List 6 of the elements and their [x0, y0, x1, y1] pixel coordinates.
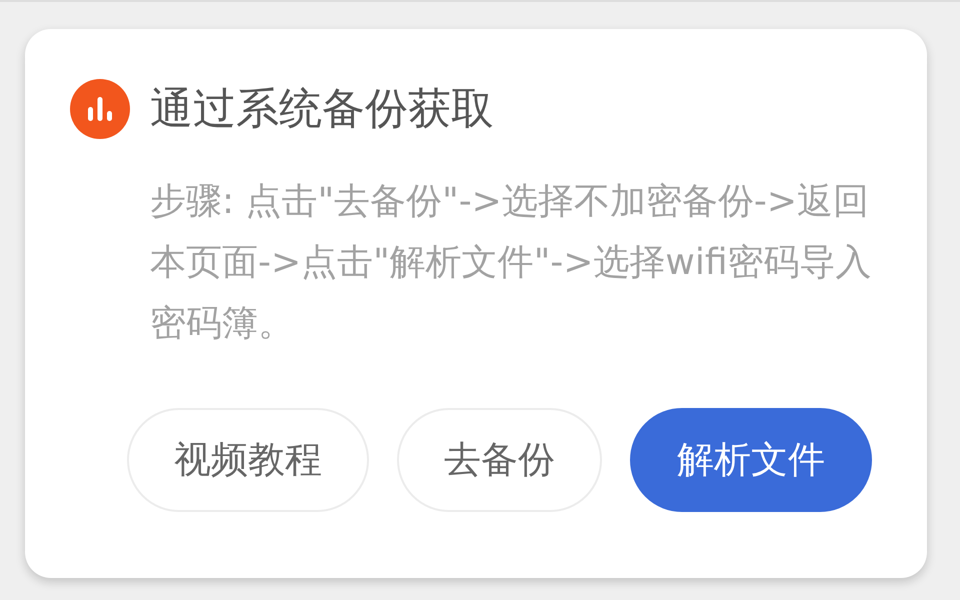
bar-chart-icon — [70, 79, 130, 139]
dialog-title: 通过系统备份获取 — [150, 83, 494, 136]
parse-file-button[interactable]: 解析文件 — [630, 408, 872, 512]
outline-button[interactable]: 去备份 — [397, 408, 602, 512]
step-instructions: 步骤: 点击"去备份"->选择不加密备份->返回本页面->点击"解析文件"->选择wifi密码导入密码簿。 — [150, 180, 873, 346]
outline-button[interactable]: 视频教程 — [127, 408, 369, 512]
